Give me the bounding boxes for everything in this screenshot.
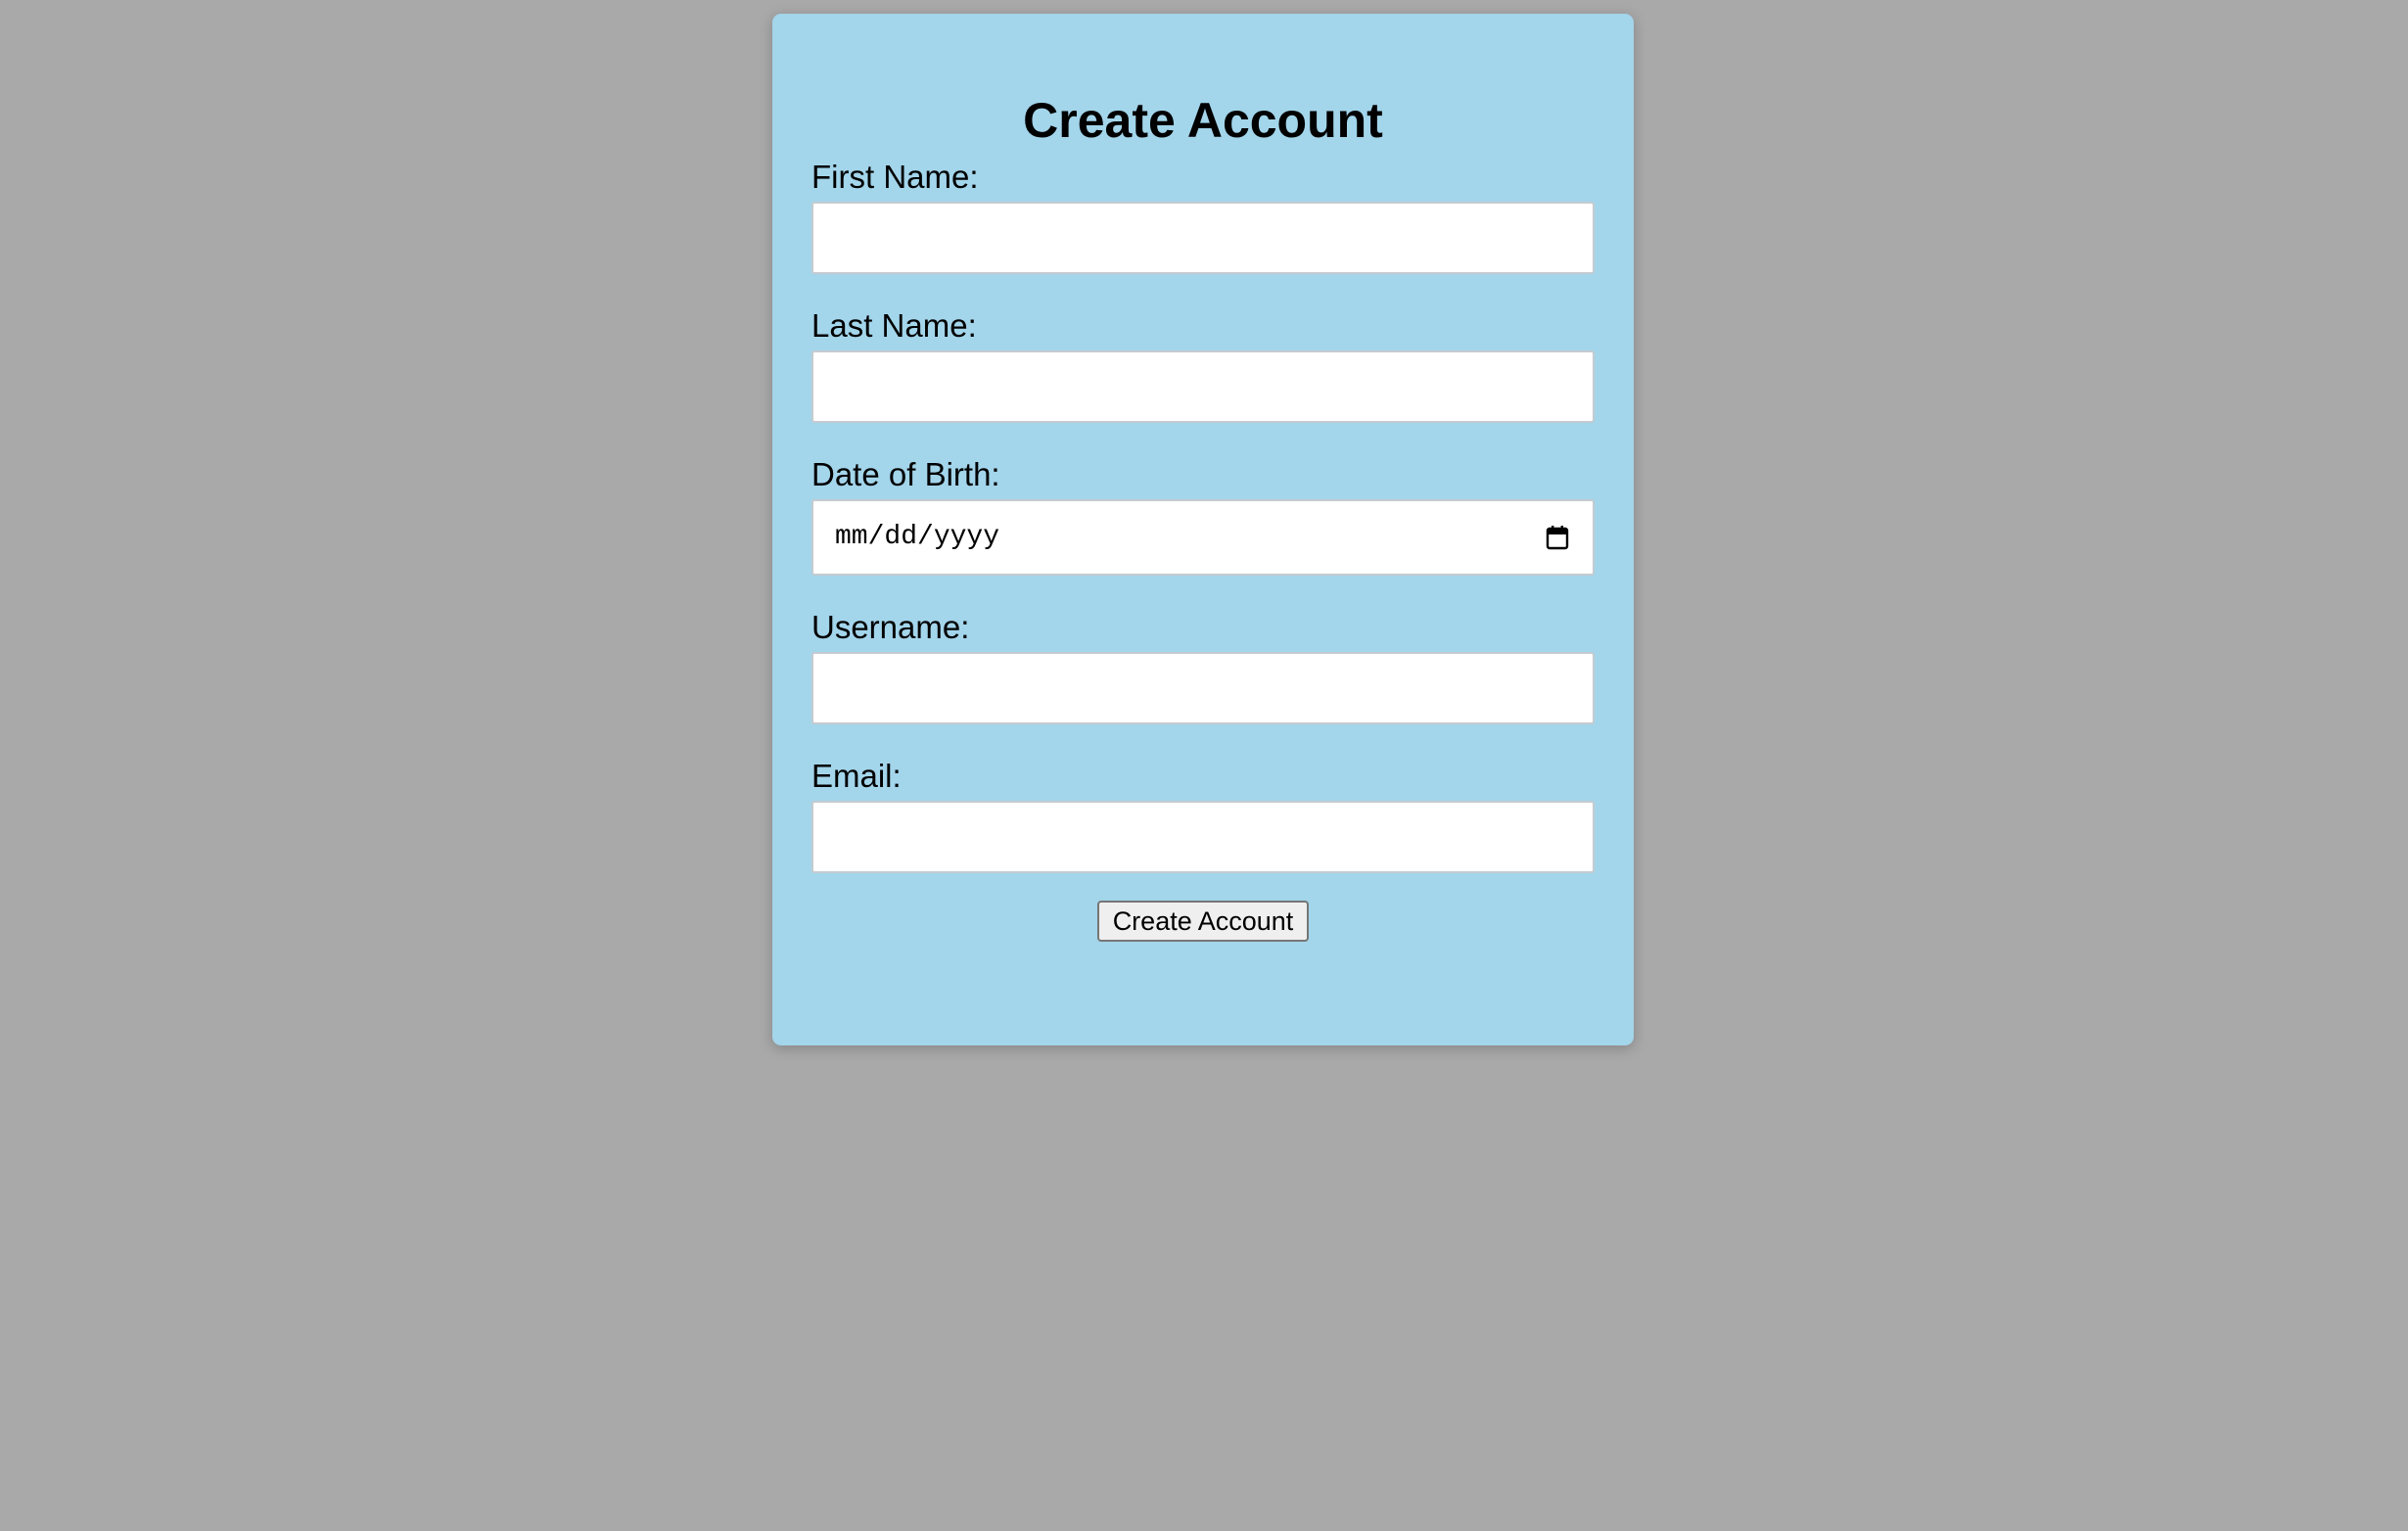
date-of-birth-field: Date of Birth: mm/dd/yyyy (811, 450, 1595, 576)
username-input[interactable] (811, 652, 1595, 724)
email-input[interactable] (811, 801, 1595, 873)
last-name-label: Last Name: (811, 307, 977, 344)
first-name-input[interactable] (811, 202, 1595, 274)
last-name-field: Last Name: (811, 302, 1595, 423)
form-title: Create Account (1023, 93, 1383, 148)
first-name-field: First Name: (811, 153, 1595, 274)
calendar-icon[interactable] (1546, 525, 1569, 550)
date-of-birth-input[interactable]: mm/dd/yyyy (811, 499, 1595, 576)
email-label: Email: (811, 758, 902, 794)
date-of-birth-label: Date of Birth: (811, 456, 1000, 492)
create-account-button[interactable]: Create Account (1096, 901, 1310, 942)
username-label: Username: (811, 609, 970, 645)
date-of-birth-placeholder: mm/dd/yyyy (835, 522, 1000, 552)
email-field: Email: (811, 752, 1595, 873)
first-name-label: First Name: (811, 159, 979, 195)
last-name-input[interactable] (811, 350, 1595, 423)
create-account-card: Create Account First Name: Last Name: Da… (772, 14, 1634, 1045)
username-field: Username: (811, 603, 1595, 724)
submit-row: Create Account (811, 901, 1595, 942)
